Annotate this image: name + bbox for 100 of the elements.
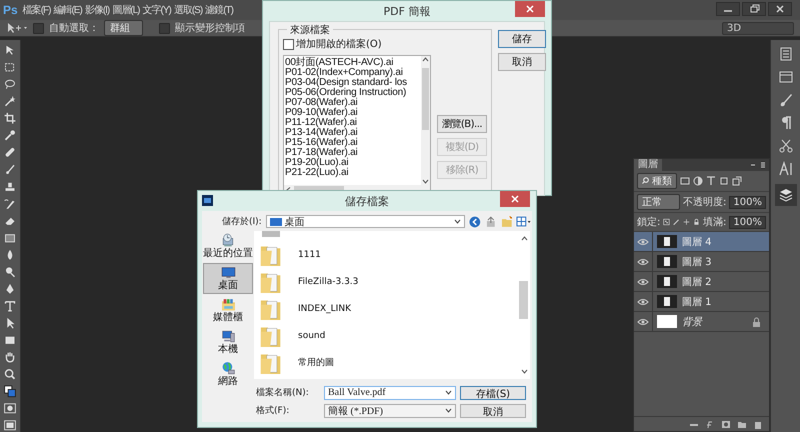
lasso-icon[interactable] <box>3 78 17 91</box>
scroll-thumb[interactable] <box>519 281 528 319</box>
mode-3d-dropdown[interactable]: 3D <box>722 22 794 35</box>
folder-item[interactable]: INDEX_LINK <box>260 295 518 322</box>
wand-icon[interactable] <box>3 95 17 108</box>
scroll-down-icon[interactable] <box>520 369 528 375</box>
scroll-up-icon[interactable] <box>422 56 429 62</box>
auto-select-dropdown[interactable]: 群組 <box>104 20 143 36</box>
quick-mask-icon[interactable] <box>3 402 17 415</box>
zoom-icon[interactable] <box>3 368 17 381</box>
menu-item[interactable]: 檔案(F) <box>22 2 50 18</box>
panel-tab[interactable]: 圖層 <box>634 159 662 171</box>
blend-mode-dropdown[interactable]: 正常 <box>637 194 680 210</box>
list-item[interactable]: P07-08(Wafer).ai <box>285 98 420 108</box>
mask-icon[interactable] <box>721 420 731 428</box>
panel-menu-icon[interactable] <box>750 161 766 169</box>
type-tool-icon[interactable] <box>3 300 17 312</box>
checkbox[interactable] <box>33 22 44 34</box>
folder-item[interactable]: 1111 <box>260 241 518 268</box>
opacity-field[interactable]: 100% <box>729 196 766 208</box>
cancel-button[interactable]: 取消 <box>460 404 526 418</box>
image-filter-icon[interactable] <box>680 176 690 186</box>
list-item[interactable]: 00封面(ASTECH-AVC).ai <box>285 58 420 68</box>
fill-field[interactable]: 100% <box>729 216 766 228</box>
history-icon[interactable] <box>778 46 794 62</box>
list-item[interactable]: P11-12(Wafer).ai <box>285 118 420 128</box>
list-item[interactable]: P17-18(Wafer).ai <box>285 148 420 158</box>
menu-item[interactable]: 濾鏡(T) <box>205 2 233 18</box>
folder-icon[interactable] <box>737 420 747 428</box>
scroll-down-icon[interactable] <box>422 179 429 185</box>
screen-mode-icon[interactable] <box>3 419 17 432</box>
scrollbar[interactable] <box>421 56 430 185</box>
menu-item[interactable]: 圖層(L) <box>112 2 140 18</box>
effects-icon[interactable] <box>705 420 715 428</box>
scroll-thumb[interactable] <box>422 68 429 130</box>
color-swatches-icon[interactable] <box>3 385 17 398</box>
menu-item[interactable]: 文字(Y) <box>142 2 171 18</box>
folder-item[interactable]: 常用的圖 <box>260 349 518 376</box>
smart-object-filter-icon[interactable] <box>732 176 742 186</box>
places-item[interactable]: 網路 <box>203 359 253 390</box>
layer-row[interactable]: 圖層 4 <box>634 232 769 252</box>
stamp-icon[interactable] <box>3 180 17 194</box>
close-icon[interactable] <box>768 2 792 16</box>
marquee-icon[interactable] <box>3 61 17 74</box>
filter-dropdown[interactable]: 種類 <box>637 173 678 189</box>
move-tool-icon[interactable] <box>6 22 28 34</box>
save-button[interactable]: 存檔(S) <box>460 386 526 400</box>
folder-item[interactable]: FileZilla-3.3.3 <box>260 268 518 295</box>
list-item[interactable]: P03-04(Design standard- los <box>285 78 420 88</box>
list-item[interactable]: P05-06(Ordering Instruction) <box>285 88 420 98</box>
view-menu-icon[interactable] <box>516 216 532 228</box>
hand-icon[interactable] <box>3 351 17 364</box>
shape-filter-icon[interactable] <box>719 176 730 186</box>
checkbox[interactable] <box>283 38 294 50</box>
gradient-icon[interactable] <box>3 232 17 244</box>
rectangle-icon[interactable] <box>3 334 17 347</box>
lock-icon[interactable] <box>693 217 700 227</box>
places-item[interactable]: 媒體櫃 <box>203 295 253 326</box>
list-item[interactable]: P15-16(Wafer).ai <box>285 138 420 148</box>
places-item[interactable]: 桌面 <box>203 263 253 294</box>
panel-icon[interactable] <box>778 69 794 85</box>
places-item[interactable]: 本機 <box>203 327 253 358</box>
list-action-button[interactable]: 瀏覽(B)... <box>437 115 487 133</box>
menu-item[interactable]: 編輯(E) <box>53 2 82 18</box>
history-brush-icon[interactable] <box>3 198 17 210</box>
checker-lock-icon[interactable] <box>663 217 670 227</box>
layer-row[interactable]: 圖層 1 <box>634 292 769 312</box>
brush-lock-icon[interactable] <box>673 217 680 227</box>
layer-row[interactable]: 圖層 2 <box>634 272 769 292</box>
menu-item[interactable]: 影像(I) <box>84 2 110 18</box>
minimize-icon[interactable] <box>716 2 740 16</box>
menu-item[interactable]: 選取(S) <box>174 2 202 18</box>
adjustment-filter-icon[interactable] <box>693 176 704 186</box>
format-dropdown[interactable]: 簡報 (*.PDF) <box>324 404 456 418</box>
scroll-up-icon[interactable] <box>520 235 528 241</box>
places-item[interactable]: 最近的位置 <box>203 231 253 262</box>
list-item[interactable]: P13-14(Wafer).ai <box>285 128 420 138</box>
checkbox[interactable] <box>159 22 170 34</box>
move-lock-icon[interactable] <box>683 217 690 227</box>
dialog-button[interactable]: 儲存 <box>498 30 546 48</box>
brush-icon[interactable] <box>3 163 17 176</box>
type-filter-icon[interactable] <box>706 176 716 186</box>
list-item[interactable]: P21-22(Luo).ai <box>285 168 420 178</box>
eyedropper-icon[interactable] <box>3 129 17 142</box>
save-in-dropdown[interactable]: 桌面 <box>266 215 466 228</box>
up-folder-icon[interactable] <box>485 216 497 228</box>
scissors-icon[interactable] <box>778 138 794 154</box>
layers-icon[interactable] <box>774 184 796 206</box>
list-item[interactable]: P19-20(Luo).ai <box>285 158 420 168</box>
list-item[interactable]: P01-02(Index+Company).ai <box>285 68 420 78</box>
restore-icon[interactable] <box>742 2 766 16</box>
close-button[interactable] <box>500 191 530 207</box>
layer-row[interactable]: 背景 <box>634 312 769 332</box>
close-button[interactable] <box>515 1 545 17</box>
trash-icon[interactable] <box>753 420 763 428</box>
character-icon[interactable] <box>778 161 794 177</box>
list-item[interactable]: P09-10(Wafer).ai <box>285 108 420 118</box>
folder-item[interactable]: sound <box>260 322 518 349</box>
file-name-field[interactable]: Ball Valve.pdf <box>324 386 456 400</box>
layer-row[interactable]: 圖層 3 <box>634 252 769 272</box>
